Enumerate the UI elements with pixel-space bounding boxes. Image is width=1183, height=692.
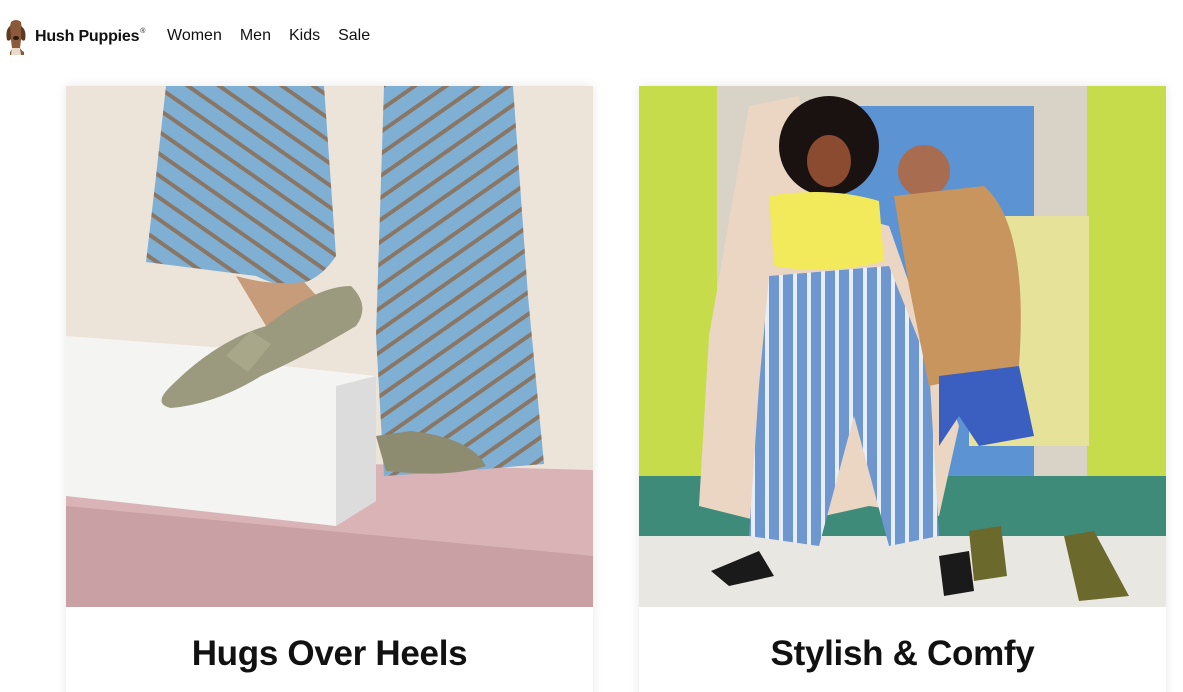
registered-mark: ®	[140, 28, 146, 35]
card-title[interactable]: Hugs Over Heels	[66, 634, 593, 674]
brand-logo[interactable]: Hush Puppies®	[4, 18, 145, 56]
promo-image-models[interactable]	[639, 86, 1166, 607]
promo-image-loafers[interactable]	[66, 86, 593, 607]
brand-name: Hush Puppies	[35, 28, 140, 45]
nav-item-kids[interactable]: Kids	[289, 27, 320, 45]
nav-item-women[interactable]: Women	[167, 27, 222, 45]
nav-links: Women Men Kids Sale	[167, 27, 388, 45]
promo-card-hugs-over-heels[interactable]: Hugs Over Heels	[66, 86, 593, 692]
basset-hound-icon	[6, 20, 26, 55]
card-title[interactable]: Stylish & Comfy	[639, 634, 1166, 674]
top-navigation: Hush Puppies® Women Men Kids Sale	[0, 0, 1183, 76]
nav-item-sale[interactable]: Sale	[338, 27, 370, 45]
nav-item-men[interactable]: Men	[240, 27, 271, 45]
promo-card-stylish-and-comfy[interactable]: Stylish & Comfy	[639, 86, 1166, 692]
